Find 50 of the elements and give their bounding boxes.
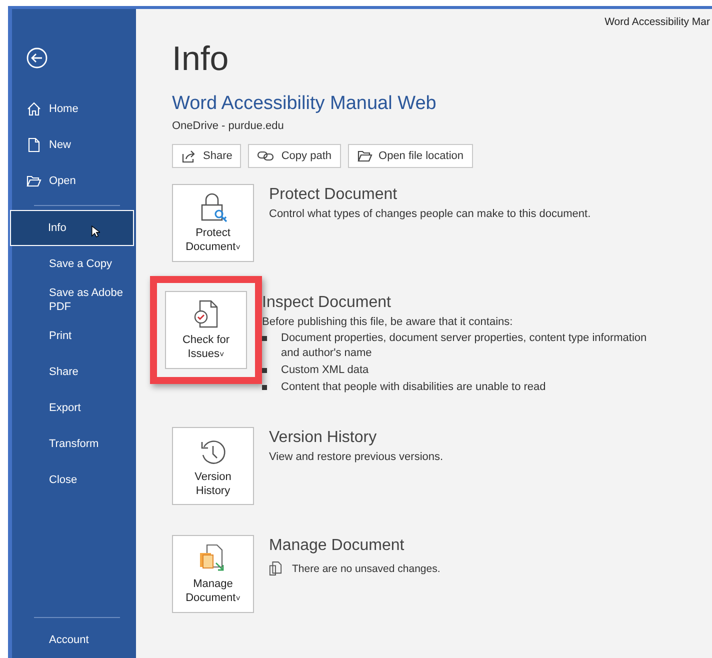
section-title: Manage Document	[269, 537, 406, 555]
home-icon	[26, 101, 42, 117]
inspect-button[interactable]: Check for Issues˅	[165, 291, 247, 369]
button-label: Check for Issues˅	[182, 333, 230, 362]
history-button[interactable]: Version History	[172, 427, 254, 505]
section-description: Before publishing this file, be aware that it contains:	[262, 316, 514, 328]
link-icon	[257, 149, 276, 163]
sidebar-item[interactable]: Close	[12, 462, 136, 498]
link-button[interactable]: Copy path	[248, 144, 341, 168]
bullet-text: Document properties, document server properties, content type information and author's name	[281, 331, 648, 361]
section-title: Protect Document	[269, 186, 398, 204]
section-description: View and restore previous versions.	[269, 451, 444, 463]
sidebar-item[interactable]: Save a Copy	[12, 246, 136, 282]
folder-icon	[26, 173, 42, 189]
bullet-icon	[262, 336, 267, 341]
sidebar-item[interactable]: Open	[12, 163, 136, 199]
window-title: Word Accessibility Mar	[604, 15, 710, 28]
sidebar-item[interactable]: Home	[12, 91, 136, 127]
button-label: Version History	[194, 470, 232, 498]
sidebar-item[interactable]: Info	[10, 210, 134, 246]
protect-button[interactable]: Protect Document˅	[172, 184, 254, 262]
section-title: Inspect Document	[262, 294, 392, 312]
back-icon[interactable]	[26, 47, 48, 69]
sidebar-item[interactable]: Print	[12, 318, 136, 354]
bullet-text: Content that people with disabilities are unable to read	[281, 380, 546, 395]
cursor-icon	[91, 224, 100, 238]
folder-icon	[356, 148, 373, 164]
section-description: Control what types of changes people can make to this document.	[269, 208, 591, 220]
sidebar-item[interactable]: New	[12, 127, 136, 163]
documents-icon	[269, 561, 282, 576]
page-heading: Info	[172, 40, 230, 79]
button-label: Protect Document˅	[186, 226, 240, 255]
sidebar-item[interactable]: Share	[12, 354, 136, 390]
share-icon	[181, 148, 197, 164]
folder-button[interactable]: Open file location	[348, 144, 473, 168]
button-label: Manage Document˅	[186, 577, 240, 606]
page-icon	[26, 137, 42, 153]
sidebar-item[interactable]: Export	[12, 390, 136, 426]
bullet-text: Custom XML data	[281, 363, 369, 378]
bullet-icon	[262, 385, 267, 390]
manage-button[interactable]: Manage Document˅	[172, 535, 254, 613]
account-item[interactable]: Account	[12, 622, 136, 658]
sidebar-item[interactable]: Transform	[12, 426, 136, 462]
document-location: OneDrive - purdue.edu	[172, 120, 285, 132]
bullet-icon	[262, 368, 267, 373]
share-button[interactable]: Share	[172, 144, 242, 168]
sidebar-item[interactable]: Save as Adobe PDF	[12, 282, 136, 318]
section-title: Version History	[269, 429, 378, 447]
status-text: There are no unsaved changes.	[292, 562, 440, 574]
document-title: Word Accessibility Manual Web	[172, 93, 438, 115]
